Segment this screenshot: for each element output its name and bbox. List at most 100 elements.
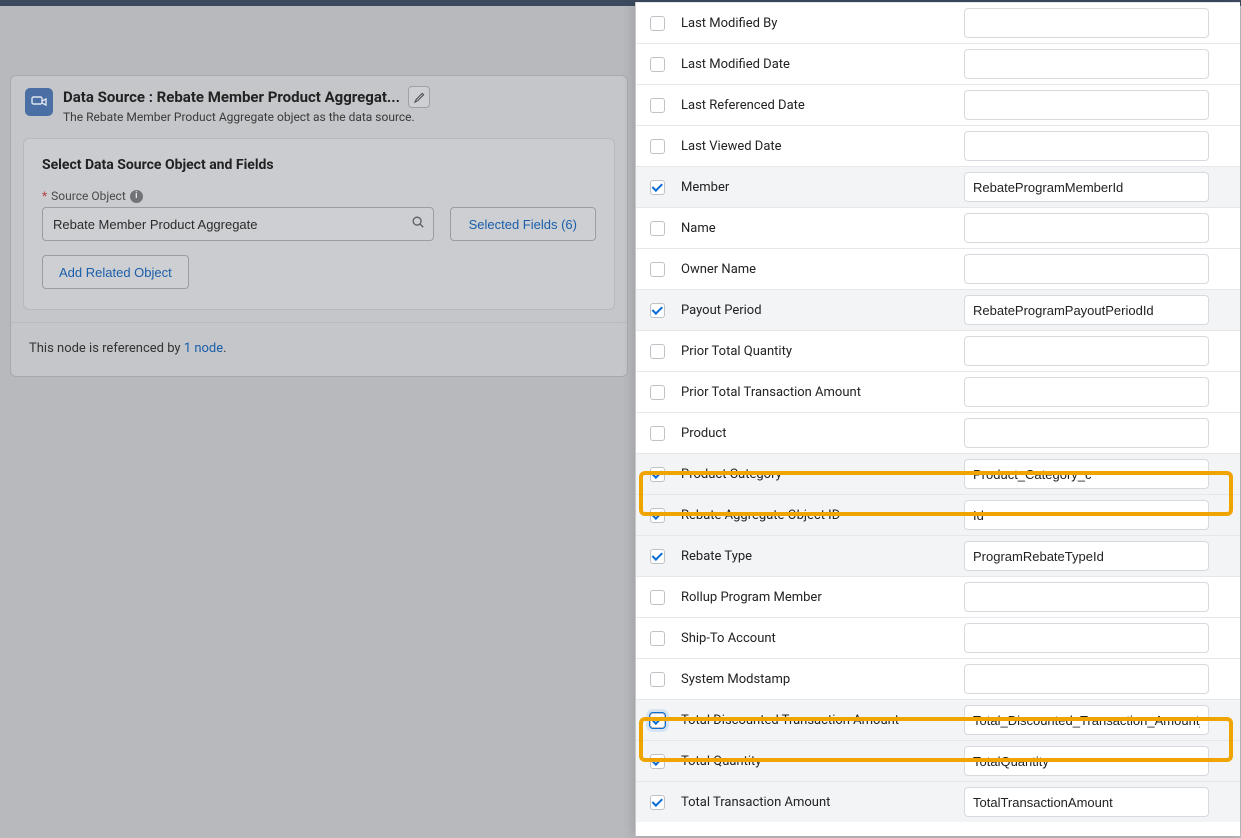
fields-panel: Last Modified By Last Modified Date Last R… <box>635 2 1240 836</box>
field-checkbox[interactable] <box>650 467 665 482</box>
field-row: Rebate Type <box>636 535 1240 576</box>
field-checkbox[interactable] <box>650 385 665 400</box>
add-related-object-button[interactable]: Add Related Object <box>42 255 189 289</box>
field-checkbox[interactable] <box>650 139 665 154</box>
field-label: Member <box>681 180 964 195</box>
field-checkbox[interactable] <box>650 221 665 236</box>
field-row: Prior Total Quantity <box>636 330 1240 371</box>
card-subtitle: The Rebate Member Product Aggregate obje… <box>63 110 613 124</box>
field-row: Last Modified Date <box>636 43 1240 84</box>
field-checkbox[interactable] <box>650 754 665 769</box>
field-row: Rebate Aggregate Object ID <box>636 494 1240 535</box>
edit-button[interactable] <box>408 86 430 108</box>
field-row: Product Category <box>636 453 1240 494</box>
field-label: Last Referenced Date <box>681 98 964 113</box>
field-row: Name <box>636 207 1240 248</box>
field-alias-input[interactable] <box>964 705 1209 735</box>
field-row: Last Referenced Date <box>636 84 1240 125</box>
field-checkbox[interactable] <box>650 262 665 277</box>
field-alias-input[interactable] <box>964 295 1209 325</box>
field-alias-input[interactable] <box>964 623 1209 653</box>
field-checkbox[interactable] <box>650 631 665 646</box>
field-alias-input[interactable] <box>964 459 1209 489</box>
field-alias-input[interactable] <box>964 787 1209 817</box>
data-source-card: Data Source : Rebate Member Product Aggr… <box>10 75 628 377</box>
field-label: System Modstamp <box>681 672 964 687</box>
field-alias-input[interactable] <box>964 213 1209 243</box>
field-alias-input[interactable] <box>964 172 1209 202</box>
select-fields-panel: Select Data Source Object and Fields * S… <box>23 138 615 310</box>
field-row: Ship-To Account <box>636 617 1240 658</box>
field-checkbox[interactable] <box>650 549 665 564</box>
field-label: Prior Total Quantity <box>681 344 964 359</box>
field-checkbox[interactable] <box>650 344 665 359</box>
field-row: System Modstamp <box>636 658 1240 699</box>
source-object-input[interactable] <box>42 207 434 241</box>
source-label-text: Source Object <box>51 189 126 203</box>
field-alias-input[interactable] <box>964 254 1209 284</box>
field-row: Total Transaction Amount <box>636 781 1240 822</box>
field-label: Product Category <box>681 467 964 482</box>
source-object-label: * Source Object i <box>42 189 596 203</box>
required-asterisk: * <box>42 189 47 203</box>
field-checkbox[interactable] <box>650 426 665 441</box>
field-row: Member <box>636 166 1240 207</box>
field-label: Total Discounted Transaction Amount <box>681 713 964 728</box>
field-label: Owner Name <box>681 262 964 277</box>
field-row: Rollup Program Member <box>636 576 1240 617</box>
field-checkbox[interactable] <box>650 303 665 318</box>
field-label: Ship-To Account <box>681 631 964 646</box>
fields-list: Last Modified By Last Modified Date Last R… <box>636 2 1240 822</box>
field-row: Prior Total Transaction Amount <box>636 371 1240 412</box>
search-icon <box>411 215 425 233</box>
field-alias-input[interactable] <box>964 746 1209 776</box>
field-checkbox[interactable] <box>650 672 665 687</box>
field-checkbox[interactable] <box>650 16 665 31</box>
reference-link[interactable]: 1 node <box>184 341 223 356</box>
field-alias-input[interactable] <box>964 90 1209 120</box>
selected-fields-button[interactable]: Selected Fields (6) <box>450 207 596 241</box>
card-title: Data Source : Rebate Member Product Aggr… <box>63 88 400 106</box>
field-alias-input[interactable] <box>964 500 1209 530</box>
field-alias-input[interactable] <box>964 541 1209 571</box>
field-row: Owner Name <box>636 248 1240 289</box>
field-checkbox[interactable] <box>650 590 665 605</box>
field-row: Product <box>636 412 1240 453</box>
field-checkbox[interactable] <box>650 795 665 810</box>
field-checkbox[interactable] <box>650 713 665 728</box>
field-alias-input[interactable] <box>964 8 1209 38</box>
field-alias-input[interactable] <box>964 49 1209 79</box>
field-alias-input[interactable] <box>964 418 1209 448</box>
field-checkbox[interactable] <box>650 508 665 523</box>
field-label: Last Viewed Date <box>681 139 964 154</box>
field-label: Total Transaction Amount <box>681 795 964 810</box>
info-icon[interactable]: i <box>130 190 143 203</box>
field-label: Product <box>681 426 964 441</box>
field-label: Rebate Aggregate Object ID <box>681 508 964 523</box>
footer-suffix: . <box>223 341 226 356</box>
field-label: Rollup Program Member <box>681 590 964 605</box>
card-header: Data Source : Rebate Member Product Aggr… <box>11 76 627 132</box>
field-label: Total Quantity <box>681 754 964 769</box>
field-checkbox[interactable] <box>650 180 665 195</box>
pencil-icon <box>414 92 425 103</box>
field-row: Total Discounted Transaction Amount <box>636 699 1240 740</box>
field-row: Payout Period <box>636 289 1240 330</box>
field-alias-input[interactable] <box>964 664 1209 694</box>
field-alias-input[interactable] <box>964 582 1209 612</box>
field-label: Payout Period <box>681 303 964 318</box>
field-label: Last Modified By <box>681 16 964 31</box>
field-alias-input[interactable] <box>964 336 1209 366</box>
field-alias-input[interactable] <box>964 377 1209 407</box>
data-source-icon <box>25 88 53 116</box>
field-checkbox[interactable] <box>650 57 665 72</box>
field-label: Name <box>681 221 964 236</box>
field-row: Last Modified By <box>636 2 1240 43</box>
field-alias-input[interactable] <box>964 131 1209 161</box>
panel-heading: Select Data Source Object and Fields <box>42 157 596 173</box>
field-row: Total Quantity <box>636 740 1240 781</box>
field-label: Last Modified Date <box>681 57 964 72</box>
field-label: Rebate Type <box>681 549 964 564</box>
field-checkbox[interactable] <box>650 98 665 113</box>
reference-footer: This node is referenced by 1 node. <box>11 322 627 376</box>
